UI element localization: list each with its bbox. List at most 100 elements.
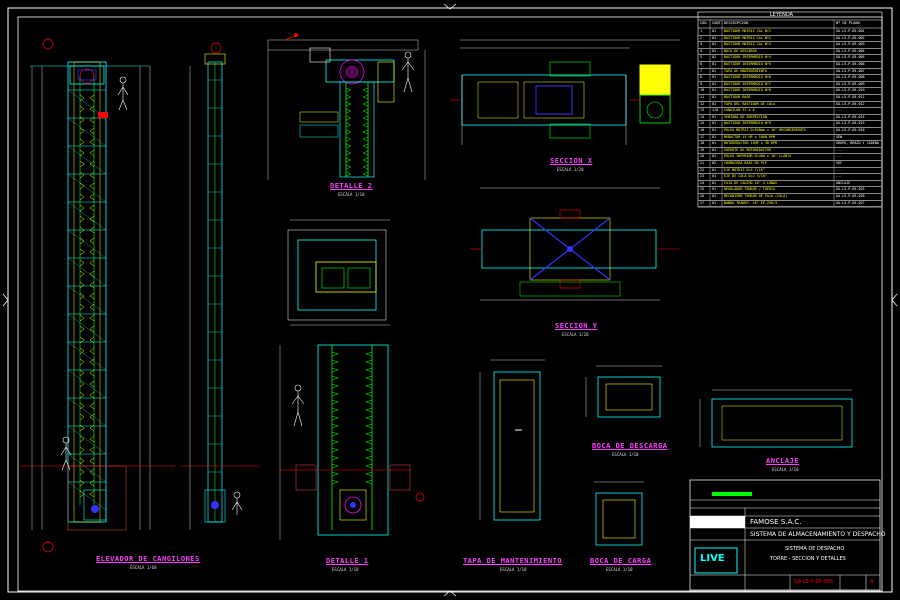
- bucket: [331, 383, 339, 389]
- legend-cell: SKF: [836, 161, 843, 165]
- bucket: [331, 479, 339, 485]
- studio-logo: LIVE: [700, 553, 725, 564]
- bucket: [365, 375, 373, 381]
- bucket: [79, 446, 85, 454]
- bucket: [345, 101, 352, 107]
- section-x-title: SECCION X: [550, 157, 592, 165]
- legend-cell: 26: [700, 194, 705, 198]
- bucket: [79, 292, 85, 300]
- legend-cell: BASTIDOR MOTRIZ CAL Nº3: [724, 42, 771, 47]
- bucket: [362, 143, 369, 149]
- legend-cell: GA-L5-P-05-007: [836, 68, 865, 73]
- elevator-view-title: ELEVADOR DE CANGILONES: [96, 555, 200, 563]
- legend-cell: 27: [700, 200, 705, 205]
- bucket: [365, 367, 373, 373]
- tapa-scale: ESCALA 1/10: [500, 567, 527, 572]
- bucket: [79, 347, 85, 355]
- detail-2-label: DETALLE: [330, 182, 364, 190]
- bucket: [362, 108, 369, 114]
- bucket: [89, 457, 95, 465]
- legend-cell: GA-L5-P-05-003: [836, 42, 865, 47]
- bucket: [89, 259, 95, 267]
- bucket: [331, 447, 339, 453]
- bucket: [365, 471, 373, 477]
- legend-cell: ---: [836, 174, 843, 179]
- legend-cell: 19: [700, 147, 705, 152]
- legend-cell: GA-L5-P-05-001: [836, 29, 865, 33]
- bucket: [345, 122, 352, 128]
- bucket: [331, 431, 339, 437]
- legend-cell: 01: [712, 29, 717, 33]
- legend-cell: GA-L5-P-05-015: [836, 121, 865, 126]
- bucket: [345, 157, 352, 163]
- legend-cell: BOCA DE DESCARGA: [724, 48, 757, 53]
- bucket: [89, 358, 95, 366]
- legend-cell: 01: [712, 194, 717, 198]
- bucket: [79, 160, 85, 168]
- anclaje-view: [699, 389, 853, 448]
- bucket: [89, 204, 95, 212]
- legend-cell: GA-L5-P-05-008: [836, 75, 865, 80]
- elevator-brace: [67, 313, 107, 343]
- legend-cell: 01: [712, 101, 717, 106]
- legend-cell: 2: [700, 35, 703, 40]
- legend-cell: CANGILON 12 x 6: [724, 108, 755, 113]
- legend-cell: 11: [700, 95, 705, 99]
- bucket: [79, 215, 85, 223]
- bucket: [89, 281, 95, 289]
- legend-cell: POLEA MOTRIZ D=450mm x 16" RECUBRIMIENTO: [724, 128, 806, 132]
- bucket: [79, 270, 85, 278]
- bucket: [365, 415, 373, 421]
- legend-cell: 22: [700, 167, 705, 172]
- bucket: [365, 431, 373, 437]
- legend-cell: GRUPO, BRAZO Y CADENA: [836, 141, 879, 146]
- legend-cell: 01: [712, 48, 717, 53]
- bucket: [362, 101, 369, 107]
- bucket: [79, 138, 85, 146]
- bucket: [365, 439, 373, 445]
- bucket: [331, 359, 339, 365]
- legend-cell: 02: [712, 161, 717, 165]
- legend-cell: BASTIDOR INTERMEDIO Nº9: [724, 121, 771, 126]
- section-y-label: SECCION: [555, 322, 589, 330]
- drawing-subtitle-2: TORRE - SECCION Y DETALLES: [770, 556, 846, 562]
- detail-2-number: 2: [367, 182, 373, 190]
- legend-cell: 6: [700, 62, 703, 66]
- detail-2-title: DETALLE 2: [330, 182, 372, 190]
- legend-cell: GA-L5-P-05-009: [836, 81, 865, 86]
- legend-cell: 17: [700, 134, 705, 139]
- legend-cell: GA-L5-P-05-004: [836, 48, 865, 53]
- bucket: [345, 171, 352, 177]
- bucket: [362, 115, 369, 121]
- bucket: [89, 292, 95, 300]
- legend-cell: TAPA DE MANTENIMIENTO: [724, 68, 767, 73]
- legend-cell: GA-L5-P-05-014: [836, 114, 865, 119]
- legend-cell: 01: [712, 200, 717, 205]
- section-y-view: [470, 187, 680, 301]
- bucket: [79, 435, 85, 443]
- legend-cell: 01: [712, 121, 717, 126]
- bucket: [79, 479, 85, 487]
- bucket: [79, 237, 85, 245]
- legend-cell: GA-L5-P-05-027: [836, 200, 865, 205]
- legend-cell: 01: [712, 81, 717, 86]
- bucket: [365, 407, 373, 413]
- legend-cell: VENTANA DE INSPECCION: [724, 114, 767, 119]
- bucket: [362, 136, 369, 142]
- legend-cell: 01: [712, 35, 717, 40]
- legend-cell: 13: [700, 108, 705, 113]
- bucket: [331, 391, 339, 397]
- legend-cell: ---: [836, 147, 843, 152]
- frame-section-view: [287, 219, 390, 326]
- bucket: [79, 402, 85, 410]
- legend-cell: 20: [700, 154, 705, 159]
- legend-cell: 01: [712, 180, 717, 185]
- legend-cell: BANDA TRANSP. 16" EP-250/3: [724, 200, 778, 205]
- bucket: [331, 415, 339, 421]
- legend-cell: 21: [700, 161, 705, 165]
- bucket: [79, 468, 85, 476]
- bucket: [79, 248, 85, 256]
- center-mark-right: [891, 293, 898, 307]
- elevator-side-view: [180, 42, 260, 530]
- bucket: [345, 150, 352, 156]
